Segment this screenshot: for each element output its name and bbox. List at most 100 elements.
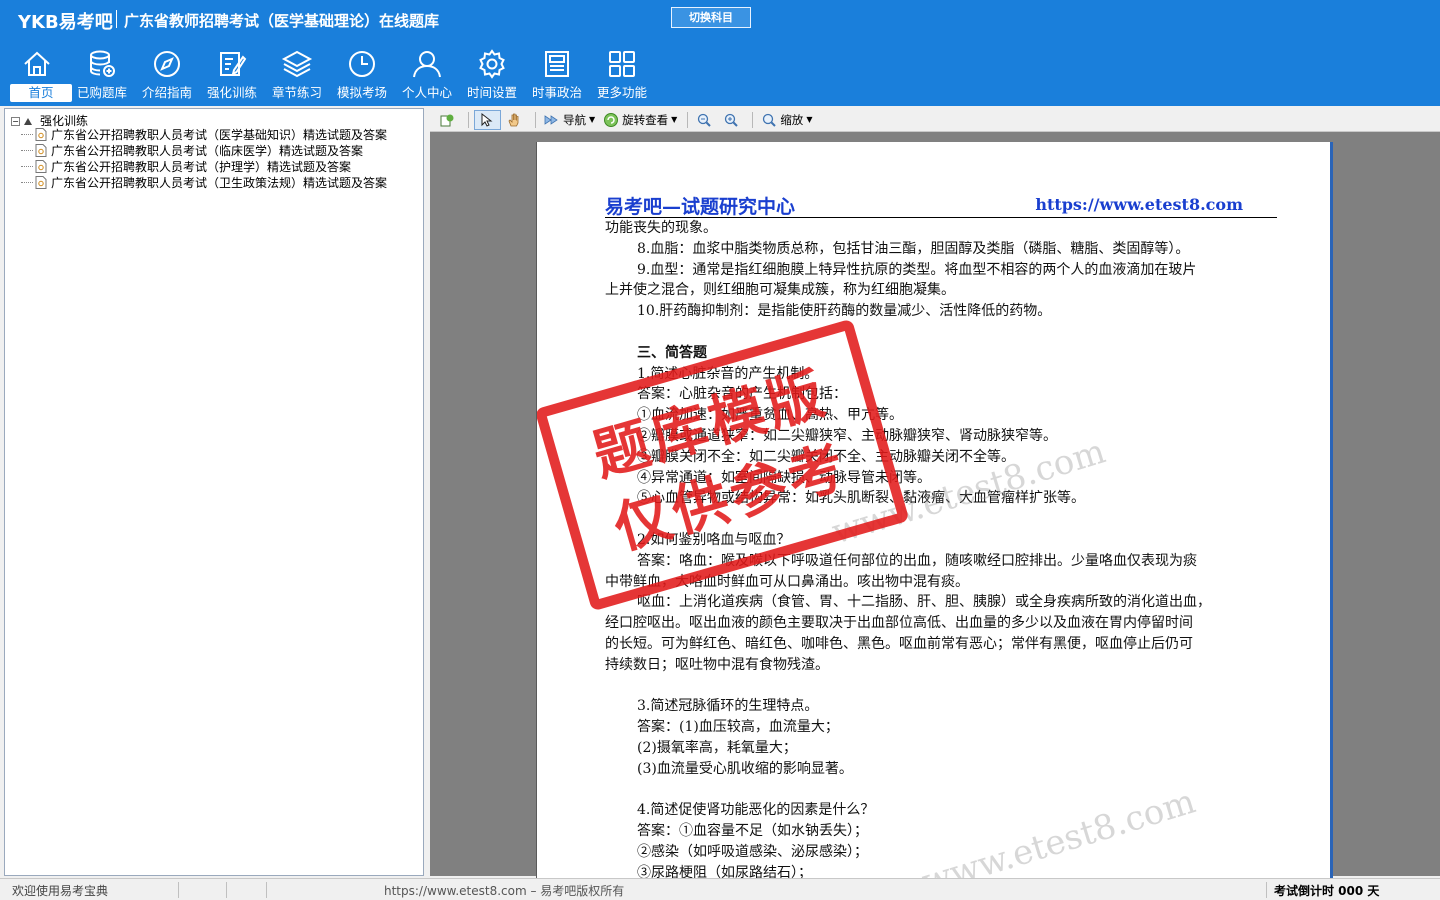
tree-item[interactable]: 广东省公开招聘教职人员考试（医学基础知识）精选试题及答案	[21, 126, 387, 142]
text-line: 8.血脂：血浆中脂类物质总称，包括甘油三酯，胆固醇及类脂（磷脂、糖脂、类固醇等）…	[637, 240, 1190, 257]
navigation-icon	[544, 114, 558, 125]
nav-purchased[interactable]: 已购题库	[71, 44, 133, 104]
nav-chapter[interactable]: 章节练习	[266, 44, 328, 104]
zoom-dropdown[interactable]: 缩放 ▼	[758, 110, 815, 130]
viewer-toolbar: 导航 ▼ 旋转查看 ▼ 缩放 ▼	[430, 108, 1440, 132]
text-line: 答案：①血容量不足（如水钠丢失）；	[637, 823, 868, 840]
text-line: 上并使之混合，则红细胞可凝集成簇，称为红细胞凝集。	[605, 282, 955, 299]
nav-current-affairs[interactable]: 时事政治	[526, 44, 588, 104]
document-viewer: 导航 ▼ 旋转查看 ▼ 缩放 ▼ 易考吧—试题研究中心 https://www.…	[430, 108, 1440, 882]
document-icon	[35, 159, 47, 173]
clock-icon	[349, 51, 375, 77]
navigation-dropdown[interactable]: 导航 ▼	[541, 110, 598, 130]
chevron-down-icon: ▼	[589, 115, 596, 124]
magnifier-icon	[763, 113, 777, 127]
zoom-label: 缩放	[780, 112, 804, 127]
rotate-dropdown[interactable]: 旋转查看 ▼	[600, 110, 680, 130]
page-header-title: 易考吧—试题研究中心	[605, 196, 796, 218]
page-body: 功能丧失的现象。 8.血脂：血浆中脂类物质总称，包括甘油三酯，胆固醇及类脂（磷脂、…	[605, 218, 1277, 882]
collapse-icon[interactable]: −	[11, 117, 20, 126]
status-divider	[178, 882, 179, 898]
nav-training[interactable]: 强化训练	[201, 44, 263, 104]
status-divider	[1266, 882, 1267, 898]
status-divider	[266, 882, 267, 898]
text-line: 中带鲜血，大咯血时鲜血可从口鼻涌出。咳出物中混有痰。	[605, 573, 969, 590]
text-line: 2.如何鉴别咯血与呕血？	[637, 531, 791, 548]
tree-item[interactable]: 广东省公开招聘教职人员考试（卫生政策法规）精选试题及答案	[21, 174, 387, 190]
document-icon	[35, 175, 47, 189]
tree-item-label: 广东省公开招聘教职人员考试（卫生政策法规）精选试题及答案	[51, 175, 388, 190]
nav-label: 更多功能	[596, 85, 647, 100]
switch-subject-button[interactable]: 切换科目	[671, 7, 751, 28]
nav-profile[interactable]: 个人中心	[396, 44, 458, 104]
layers-icon	[281, 50, 313, 78]
status-copyright: https://www.etest8.com – 易考吧版权所有	[384, 884, 625, 898]
user-icon	[413, 51, 441, 78]
nav-guide[interactable]: 介绍指南	[136, 44, 198, 104]
navigation-label: 导航	[563, 112, 586, 127]
text-line: 经口腔呕出。呕出血液的颜色主要取决于出血部位高低、出血量的多少以及血液在胃内停留…	[605, 615, 1193, 632]
document-page: 易考吧—试题研究中心 https://www.etest8.com 功能丧失的现…	[536, 142, 1333, 882]
grid-icon	[609, 51, 635, 77]
open-doc-icon	[440, 114, 454, 126]
text-line: ③瓣膜关闭不全：如二尖瓣关闭不全、主动脉瓣关闭不全等。	[637, 448, 1015, 465]
tree-item[interactable]: 广东省公开招聘教职人员考试（临床医学）精选试题及答案	[21, 142, 387, 158]
tree-item-label: 广东省公开招聘教职人员考试（医学基础知识）精选试题及答案	[51, 127, 388, 142]
tree-item[interactable]: 广东省公开招聘教职人员考试（护理学）精选试题及答案	[21, 158, 387, 174]
text-line: (3)血流量受心肌收缩的影响显著。	[637, 760, 853, 777]
tree-item-label: 广东省公开招聘教职人员考试（护理学）精选试题及答案	[51, 159, 352, 174]
nav-label: 章节练习	[271, 85, 322, 100]
status-welcome: 欢迎使用易考宝典	[12, 884, 109, 898]
gear-icon	[479, 49, 505, 79]
status-bar: 欢迎使用易考宝典 https://www.etest8.com – 易考吧版权所…	[0, 878, 1440, 900]
text-line: ①血流加速：如严重贫血、高热、甲亢等。	[637, 407, 903, 424]
compass-icon	[154, 51, 180, 77]
nav-label: 介绍指南	[141, 85, 192, 100]
app-logo: YKB易考吧	[18, 12, 113, 33]
text-line: 呕血：上消化道疾病（食管、胃、十二指肠、肝、胆、胰腺）或全身疾病所致的消化道出血…	[637, 594, 1211, 611]
nav-label: 已购题库	[76, 85, 127, 100]
zoom-in-button[interactable]	[720, 110, 745, 130]
text-line: (2)摄氧率高，耗氧量大；	[637, 739, 797, 756]
tree-connector	[21, 165, 33, 167]
text-line: 10.肝药酶抑制剂：是指能使肝药酶的数量减少、活性降低的药物。	[637, 303, 1052, 320]
text-line: ②感染（如呼吸道感染、泌尿感染）；	[637, 843, 868, 860]
exam-countdown: 考试倒计时 000 天	[1274, 884, 1380, 898]
text-line: ②瓣膜或通道狭窄：如二尖瓣狭窄、主动脉瓣狭窄、肾动脉狭窄等。	[637, 427, 1057, 444]
nav-home[interactable]: 首页	[6, 44, 72, 104]
nav-label: 个人中心	[401, 85, 452, 100]
nav-time-settings[interactable]: 时间设置	[461, 44, 523, 104]
nav-label: 时事政治	[531, 85, 582, 100]
page-header-url: https://www.etest8.com	[1035, 195, 1243, 214]
zoom-out-button[interactable]	[693, 110, 718, 130]
hand-tool-button[interactable]	[503, 110, 528, 130]
app-title: 广东省教师招聘考试（医学基础理论）在线题库	[124, 12, 440, 30]
nav-label: 模拟考场	[336, 85, 387, 100]
tree-connector	[21, 149, 33, 151]
chevron-down-icon: ▼	[806, 115, 813, 124]
status-divider	[226, 882, 227, 898]
document-icon	[35, 127, 47, 141]
text-line: 功能丧失的现象。	[605, 220, 717, 236]
nav-more[interactable]: 更多功能	[591, 44, 653, 104]
database-icon	[90, 50, 115, 77]
tree-connector	[21, 133, 33, 135]
hand-icon	[508, 113, 519, 126]
toolbar-separator	[752, 111, 754, 128]
edit-list-icon	[220, 52, 247, 77]
title-bar: YKB易考吧 广东省教师招聘考试（医学基础理论）在线题库 切换科目	[0, 0, 1440, 38]
open-button[interactable]	[436, 110, 461, 130]
text-line: ④异常通道：如室间隔缺损、动脉导管未闭等。	[637, 469, 931, 486]
nav-label: 首页	[10, 84, 72, 102]
zoom-in-icon	[725, 113, 739, 127]
nav-mock-exam[interactable]: 模拟考场	[331, 44, 393, 104]
news-icon	[545, 51, 569, 77]
zoom-out-icon	[698, 113, 712, 127]
text-line: 答案：心脏杂音的产生机制包括：	[637, 386, 847, 403]
home-icon	[24, 51, 50, 76]
select-tool-button[interactable]	[474, 109, 501, 130]
